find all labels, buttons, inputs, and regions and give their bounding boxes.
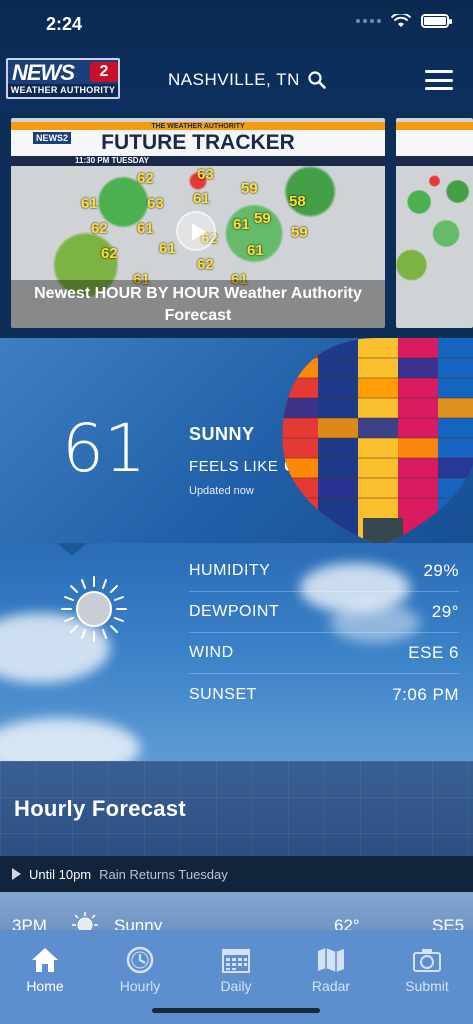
search-icon [308, 71, 326, 89]
map-temp: 61 [193, 190, 210, 207]
tab-home[interactable]: Home [5, 946, 85, 994]
alert-sub: Rain Returns Tuesday [99, 866, 228, 882]
tab-label: Home [26, 978, 64, 994]
tab-hourly[interactable]: Hourly [100, 946, 180, 994]
camera-icon [413, 949, 441, 972]
map-temp: 62 [137, 170, 154, 187]
logo-subtitle: WEATHER AUTHORITY [8, 84, 118, 97]
map-temp: 63 [147, 195, 164, 212]
video-thumbnail-title-partial [396, 130, 473, 156]
detail-row-dewpoint: DEWPOINT 29° [189, 592, 459, 633]
current-condition: SUNNY [189, 424, 255, 444]
clock-icon [126, 946, 154, 974]
status-time: 2:24 [46, 14, 83, 34]
video-card-next[interactable] [396, 118, 473, 328]
map-temp: 63 [197, 166, 214, 183]
play-icon[interactable] [176, 211, 216, 251]
tab-daily[interactable]: Daily [196, 946, 276, 994]
time-label: 11:30 PM TUESDAY [75, 156, 149, 165]
video-carousel[interactable]: THE WEATHER AUTHORITY FUTURE TRACKER NEW… [0, 110, 473, 340]
map-temp: 62 [101, 245, 118, 262]
status-icons [356, 14, 452, 28]
hourly-forecast-title: Hourly Forecast [14, 796, 186, 821]
detail-label: DEWPOINT [189, 603, 280, 620]
updated-text: Updated now [189, 485, 254, 497]
detail-label: SUNSET [189, 685, 257, 703]
feels-like-label: FEELS LIKE [189, 458, 279, 475]
time-strip [396, 156, 473, 166]
detail-value: 29° [431, 602, 459, 621]
expand-arrow-icon [12, 868, 21, 880]
tab-submit[interactable]: Submit [387, 946, 467, 994]
time-strip: 11:30 PM TUESDAY [11, 156, 385, 166]
home-icon [32, 948, 58, 972]
current-temperature: 61 [62, 410, 146, 487]
map-temp: 61 [159, 240, 176, 257]
video-caption: Newest HOUR BY HOUR Weather Authority Fo… [11, 280, 385, 328]
map-temp: 62 [91, 220, 108, 237]
section-pointer [56, 543, 88, 556]
home-indicator [152, 1008, 320, 1013]
app-header: 2:24 NEWS 2 WEATHER AUTHORITY NASHVILLE,… [0, 0, 473, 110]
tab-label: Radar [311, 978, 351, 994]
hourly-row[interactable]: 3PM Sunny 62° SE5 [0, 892, 473, 935]
logo-text: NEWS [12, 60, 75, 85]
map-temp: 61 [247, 242, 264, 259]
map-temp: 59 [254, 210, 271, 227]
battery-icon [421, 14, 452, 28]
current-conditions: 61 SUNNY FEELS LIKE61 Updated now [0, 338, 473, 543]
map-temp: 59 [291, 224, 308, 241]
location-selector[interactable]: NASHVILLE, TN [168, 70, 326, 90]
detail-label: HUMIDITY [189, 562, 271, 579]
alert-main: Until 10pm [29, 866, 92, 882]
tab-radar[interactable]: Radar [291, 946, 371, 994]
forecast-alert[interactable]: Until 10pm Rain Returns Tuesday [0, 856, 473, 892]
brand-badge: NEWS2 [33, 132, 72, 144]
logo-number: 2 [90, 62, 118, 82]
detail-row-humidity: HUMIDITY 29% [189, 551, 459, 592]
video-card[interactable]: THE WEATHER AUTHORITY FUTURE TRACKER NEW… [11, 118, 385, 328]
detail-row-wind: WIND ESE 6 [189, 633, 459, 674]
map-icon [318, 948, 344, 972]
detail-value: 7:06 PM [392, 684, 459, 704]
map-temp: 61 [233, 216, 250, 233]
hamburger-menu-icon[interactable] [425, 70, 453, 90]
sunny-icon [61, 576, 127, 642]
map-temp: 61 [81, 195, 98, 212]
detail-value: ESE 6 [408, 643, 459, 662]
wifi-icon [391, 14, 411, 27]
map-temp: 62 [197, 256, 214, 273]
calendar-icon [222, 949, 250, 973]
detail-row-sunset: SUNSET 7:06 PM [189, 674, 459, 715]
tab-label: Daily [220, 978, 252, 994]
detail-label: WIND [189, 644, 234, 661]
map-temp: 61 [137, 220, 154, 237]
signal-icon [356, 19, 381, 23]
weather-details: HUMIDITY 29% DEWPOINT 29° WIND ESE 6 SUN… [0, 543, 473, 761]
location-label: NASHVILLE, TN [168, 70, 300, 89]
map-temp: 58 [289, 193, 306, 210]
map-temp: 59 [241, 180, 258, 197]
tab-label: Hourly [119, 978, 161, 994]
tab-label: Submit [405, 978, 449, 994]
hourly-forecast-header: Hourly Forecast [0, 761, 473, 856]
hot-air-balloon-image [282, 338, 473, 543]
detail-value: 29% [423, 561, 459, 580]
news2-logo[interactable]: NEWS 2 WEATHER AUTHORITY [6, 58, 120, 99]
